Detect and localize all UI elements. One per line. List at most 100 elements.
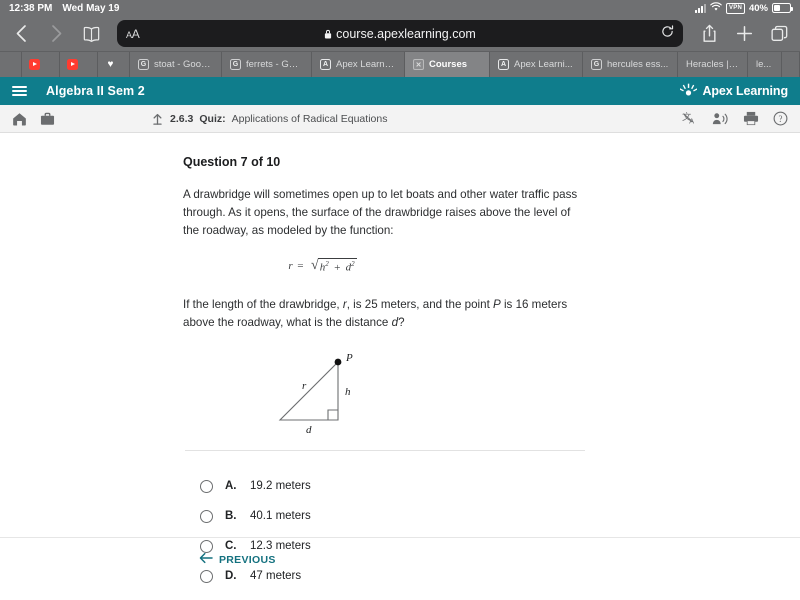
- arrow-up-icon[interactable]: [151, 112, 164, 126]
- tab-item[interactable]: ♥: [98, 52, 130, 77]
- google-icon: G: [230, 59, 241, 70]
- radio-button[interactable]: [200, 569, 213, 583]
- aa-large-letter: A: [131, 26, 140, 41]
- lesson-breadcrumb: 2.6.3 Quiz: Applications of Radical Equa…: [151, 112, 387, 126]
- radio-button[interactable]: [200, 509, 213, 523]
- tab-item-ferrets[interactable]: G ferrets - Goo...: [222, 52, 312, 77]
- tab-item-overflow[interactable]: [782, 52, 800, 77]
- question-followup: If the length of the drawbridge, r, is 2…: [183, 296, 583, 332]
- previous-label: PREVIOUS: [219, 554, 276, 566]
- print-icon[interactable]: [743, 111, 759, 126]
- tab-strip: ♥ G stoat - Goog... G ferrets - Goo... A…: [0, 51, 800, 77]
- apex-logo-text: Apex Learning: [702, 84, 788, 98]
- tab-label: Courses: [429, 59, 468, 70]
- tab-label: stoat - Goog...: [154, 59, 213, 70]
- question-block: Question 7 of 10 A drawbridge will somet…: [0, 155, 800, 240]
- option-letter: D.: [225, 570, 237, 583]
- tab-label: Apex Learni...: [514, 59, 573, 70]
- question-heading: Question 7 of 10: [183, 155, 281, 169]
- bookmarks-button[interactable]: [80, 23, 102, 45]
- heart-icon: ♥: [107, 59, 114, 70]
- lesson-title: Applications of Radical Equations: [231, 112, 388, 125]
- answer-option-b[interactable]: B. 40.1 meters: [200, 501, 800, 531]
- tab-label: Heracles | M...: [686, 59, 739, 70]
- tab-item-heracles[interactable]: Heracles | M...: [678, 52, 748, 77]
- answer-option-d[interactable]: D. 47 meters: [200, 561, 800, 591]
- youtube-icon: [67, 59, 78, 70]
- read-aloud-icon[interactable]: [712, 112, 729, 126]
- answer-option-c[interactable]: C. 12.3 meters: [200, 531, 800, 561]
- lesson-bar-tools: 文A ?: [682, 111, 788, 126]
- share-button[interactable]: [698, 23, 720, 45]
- followup-text-4: ?: [398, 315, 405, 329]
- show-tabs-button[interactable]: [768, 23, 790, 45]
- radicand: h2 + d2: [317, 258, 357, 274]
- briefcase-icon[interactable]: [40, 112, 55, 126]
- tab-item-apex-learning[interactable]: A Apex Learning: [312, 52, 405, 77]
- answer-options: A. 19.2 meters B. 40.1 meters C. 12.3 me…: [200, 471, 800, 591]
- home-icon[interactable]: [12, 112, 27, 126]
- option-text: 40.1 meters: [250, 510, 311, 523]
- formula-plus: +: [333, 261, 341, 274]
- activity-type: Quiz:: [199, 112, 226, 125]
- course-title: Algebra II Sem 2: [46, 84, 145, 98]
- cellular-signal-icon: [695, 3, 707, 13]
- arrow-left-icon: [199, 551, 213, 569]
- formula-radical: √ h2 + d2: [311, 258, 357, 274]
- tab-item[interactable]: [60, 52, 98, 77]
- tab-item-stoat[interactable]: G stoat - Goog...: [130, 52, 222, 77]
- address-bar[interactable]: AA course.apexlearning.com: [117, 20, 683, 47]
- tab-item[interactable]: [0, 52, 22, 77]
- back-button[interactable]: [10, 23, 32, 45]
- status-bar-left: 12:38 PM Wed May 19: [9, 3, 119, 14]
- url-text: course.apexlearning.com: [336, 26, 476, 41]
- options-divider: [185, 450, 585, 452]
- translate-icon[interactable]: 文A: [682, 111, 698, 126]
- apex-starburst-icon: [680, 83, 698, 100]
- formula-d-exponent: 2: [351, 260, 355, 269]
- youtube-icon: [29, 59, 40, 70]
- figure-label-P: P: [345, 352, 353, 364]
- forward-button[interactable]: [45, 23, 67, 45]
- tab-item-hercules[interactable]: G hercules ess...: [583, 52, 678, 77]
- tab-item[interactable]: [22, 52, 60, 77]
- help-icon[interactable]: ?: [773, 111, 788, 126]
- hamburger-menu-icon[interactable]: [12, 86, 27, 96]
- browser-chrome: 12:38 PM Wed May 19 VPN 40% AA course.ap…: [0, 0, 800, 77]
- option-letter: A.: [225, 480, 237, 493]
- tab-label: ferrets - Goo...: [246, 59, 303, 70]
- previous-button[interactable]: PREVIOUS: [199, 551, 276, 569]
- reload-button[interactable]: [661, 24, 674, 43]
- formula-equals-sign: =: [296, 260, 305, 273]
- battery-icon: [772, 3, 793, 13]
- lesson-number: 2.6.3: [170, 112, 194, 125]
- question-followup-block: If the length of the drawbridge, r, is 2…: [0, 296, 800, 332]
- figure-label-d: d: [306, 424, 312, 436]
- close-icon[interactable]: ✕: [413, 59, 424, 70]
- tab-label: hercules ess...: [607, 59, 669, 70]
- new-tab-button[interactable]: [733, 23, 755, 45]
- radio-button[interactable]: [200, 479, 213, 493]
- tab-item-courses[interactable]: ✕ Courses: [405, 52, 490, 77]
- apex-icon: A: [498, 59, 509, 70]
- followup-text-1: If the length of the drawbridge,: [183, 297, 343, 311]
- tab-label: Apex Learning: [336, 59, 396, 70]
- google-icon: G: [138, 59, 149, 70]
- lesson-bar: 2.6.3 Quiz: Applications of Radical Equa…: [0, 105, 800, 133]
- formula-variable-r: r: [288, 260, 293, 273]
- apex-icon: A: [320, 59, 331, 70]
- apex-learning-logo: Apex Learning: [680, 83, 788, 100]
- formula-h-exponent: 2: [325, 260, 329, 269]
- figure-label-r: r: [302, 380, 307, 392]
- figure-label-h: h: [345, 386, 351, 398]
- url-display: course.apexlearning.com: [117, 27, 683, 41]
- footer-divider: [0, 537, 800, 538]
- answer-option-a[interactable]: A. 19.2 meters: [200, 471, 800, 501]
- battery-percentage: 40%: [748, 2, 768, 14]
- vpn-badge: VPN: [726, 2, 745, 14]
- tab-item-le[interactable]: le...: [748, 52, 782, 77]
- followup-point-P: P: [493, 297, 501, 311]
- tab-item-apex-learning-2[interactable]: A Apex Learni...: [490, 52, 583, 77]
- status-time: 12:38 PM: [9, 2, 53, 14]
- text-size-button[interactable]: AA: [126, 26, 140, 41]
